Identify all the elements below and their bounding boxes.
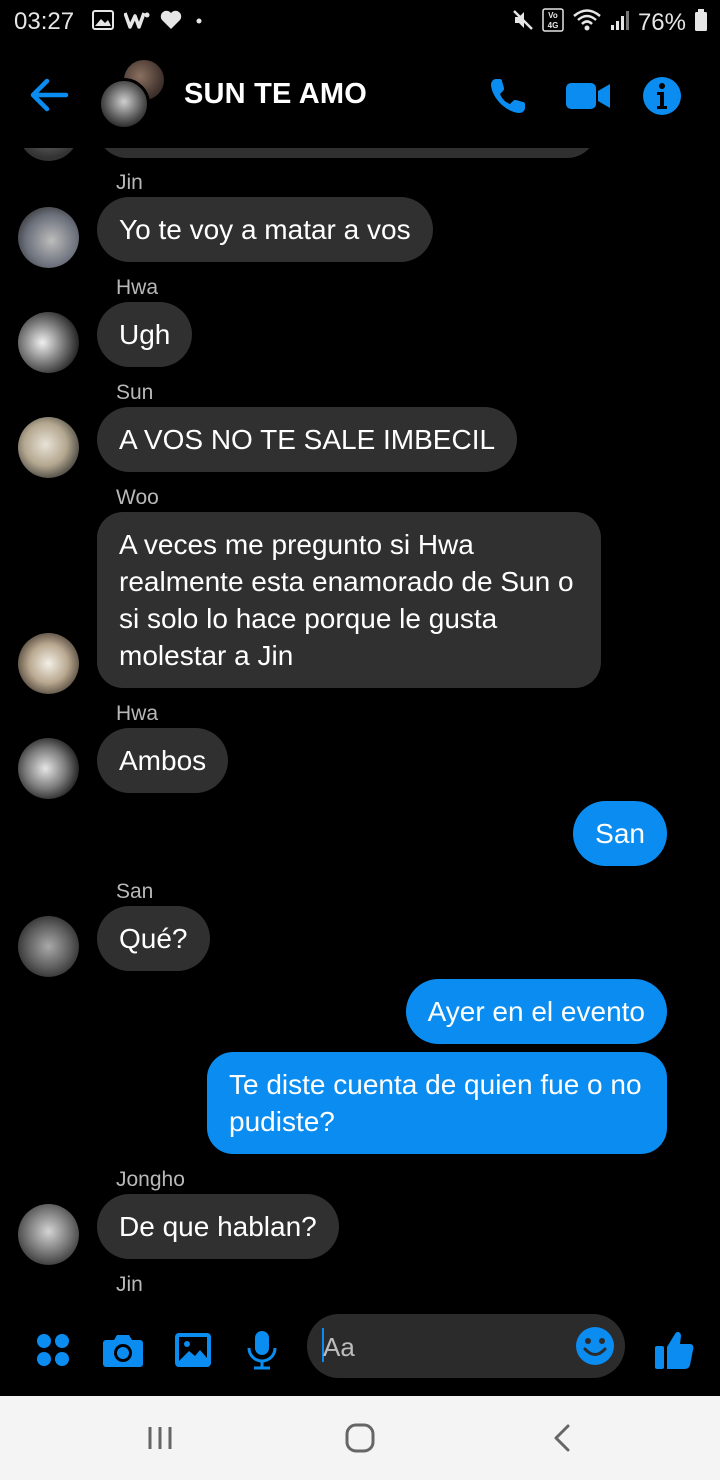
recent-apps-icon (148, 1427, 172, 1449)
info-button[interactable] (638, 72, 686, 120)
sender-name: Hwa (116, 702, 159, 725)
message-list[interactable]: Jin Yo te voy a matar a vos Hwa Ugh Sun … (0, 148, 720, 1310)
emoji-icon (576, 1327, 614, 1365)
sender-name: Jin (116, 1273, 143, 1296)
outgoing-message-bubble[interactable]: San (573, 801, 667, 866)
battery-percent: 76% (637, 8, 686, 36)
system-nav-bar (0, 1396, 720, 1480)
outgoing-message-bubble[interactable]: Te diste cuenta de quien fue o no pudist… (207, 1052, 667, 1154)
avatar[interactable] (18, 207, 79, 268)
voice-call-button[interactable] (484, 72, 532, 120)
message-input[interactable]: Aa (307, 1314, 625, 1378)
outgoing-message-bubble[interactable]: Ayer en el evento (405, 979, 667, 1044)
message-bubble[interactable]: Yo te voy a matar a vos (97, 197, 433, 262)
camera-icon (103, 1335, 143, 1367)
avatar[interactable] (18, 1204, 79, 1265)
svg-text:Vo: Vo (548, 11, 558, 20)
emoji-button[interactable] (575, 1326, 615, 1366)
mute-icon (512, 9, 534, 36)
microphone-icon (247, 1331, 277, 1370)
like-icon (655, 1331, 694, 1369)
camera-button[interactable] (97, 1324, 149, 1376)
wifi-icon (572, 8, 602, 37)
message-bubble[interactable]: A veces me pregunto si Hwa realmente est… (97, 512, 601, 688)
sender-name: Sun (116, 381, 154, 404)
back-nav-button[interactable] (538, 1416, 586, 1460)
gallery-icon (175, 1333, 211, 1367)
chevron-left-icon (554, 1424, 570, 1452)
message-bubble[interactable]: Ugh (97, 302, 193, 367)
chat-title[interactable]: SUN TE AMO (184, 78, 367, 111)
message-bubble[interactable]: Ambos (97, 728, 229, 793)
avatar (98, 78, 150, 130)
phone-icon (491, 79, 525, 113)
gallery-button[interactable] (167, 1324, 219, 1376)
dot-icon (192, 10, 206, 35)
sender-name: Jongho (116, 1168, 185, 1191)
message-bubble[interactable]: A VOS NO TE SALE IMBECIL (97, 407, 518, 472)
recent-apps-button[interactable] (136, 1416, 184, 1460)
microphone-button[interactable] (236, 1324, 288, 1376)
home-icon (345, 1423, 375, 1453)
message-bubble[interactable]: De que hablan? (97, 1194, 339, 1259)
message-bubble[interactable]: Qué? (97, 906, 210, 971)
arrow-left-icon (30, 78, 69, 112)
status-time: 03:27 (14, 8, 75, 35)
message-composer: Aa (0, 1310, 720, 1396)
signal-icon (610, 9, 630, 36)
status-bar: 03:27 Vo 4G 76% (0, 0, 720, 44)
avatar (18, 148, 79, 161)
info-icon (643, 77, 681, 115)
home-button[interactable] (336, 1416, 384, 1460)
sender-name: Jin (116, 171, 143, 194)
avatar[interactable] (18, 312, 79, 373)
sender-name: Woo (116, 486, 159, 509)
avatar[interactable] (18, 417, 79, 478)
apps-icon (37, 1334, 69, 1366)
w-icon (123, 10, 150, 35)
avatar[interactable] (18, 633, 79, 694)
message-bubble[interactable] (97, 148, 597, 158)
image-icon (92, 10, 114, 35)
sender-name: Hwa (116, 276, 159, 299)
apps-button[interactable] (27, 1324, 79, 1376)
video-call-button[interactable] (564, 72, 612, 120)
svg-text:4G: 4G (548, 21, 559, 30)
battery-icon (694, 8, 708, 37)
chat-header: SUN TE AMO (0, 44, 720, 148)
group-avatar[interactable] (98, 58, 170, 130)
back-button[interactable] (26, 72, 72, 118)
like-button[interactable] (648, 1324, 700, 1376)
heart-icon (160, 10, 182, 35)
video-camera-icon (566, 83, 610, 109)
avatar[interactable] (18, 916, 79, 977)
volte-icon: Vo 4G (542, 8, 564, 37)
sender-name: San (116, 880, 154, 903)
avatar[interactable] (18, 738, 79, 799)
message-input-placeholder: Aa (323, 1332, 355, 1362)
